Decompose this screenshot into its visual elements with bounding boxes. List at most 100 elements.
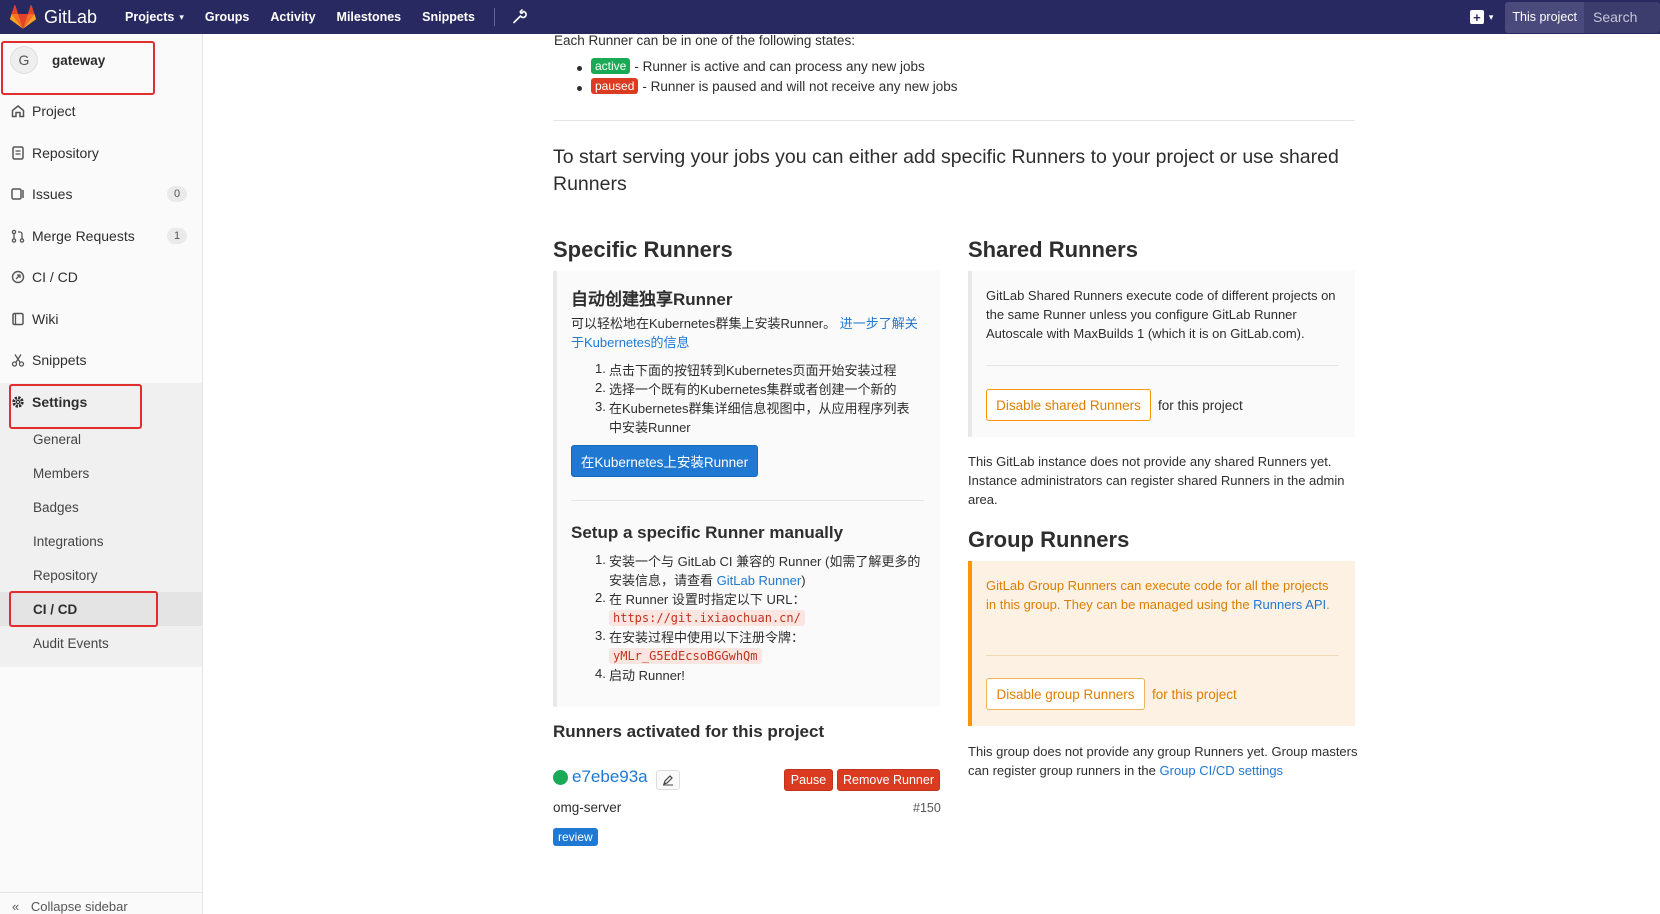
divider [571, 500, 924, 501]
paused-desc: - Runner is paused and will not receive … [642, 78, 958, 94]
nav-activity[interactable]: Activity [270, 10, 315, 24]
nav-projects[interactable]: Projects ▾ [125, 10, 184, 24]
group-desc-end: . [1326, 597, 1330, 612]
states-intro: Each Runner can be in one of the followi… [554, 33, 855, 48]
state-paused-row: paused - Runner is paused and will not r… [591, 78, 958, 94]
install-runner-k8s-button[interactable]: 在Kubernetes上安装Runner [571, 445, 758, 477]
settings-sub-audit-events[interactable]: Audit Events [33, 636, 109, 651]
settings-sub-general[interactable]: General [33, 432, 81, 447]
new-dropdown[interactable]: + ▾ [1469, 10, 1493, 24]
group-runners-note: This group does not provide any group Ru… [968, 742, 1360, 780]
sidebar-item-issues[interactable]: Issues 0 [0, 179, 202, 209]
active-label-badge: active [591, 58, 631, 74]
list-number: 4. [595, 666, 606, 681]
issues-icon [11, 188, 24, 200]
sidebar-item-snippets[interactable]: Snippets [0, 345, 202, 375]
sidebar-item-label: Issues [32, 186, 73, 202]
sidebar-item-label: Wiki [32, 311, 59, 327]
sidebar-item-label: Snippets [32, 352, 87, 368]
main-content: Each Runner can be in one of the followi… [203, 33, 1660, 914]
runner-id-link[interactable]: e7ebe93a [572, 767, 648, 787]
sidebar-item-settings[interactable]: Settings [0, 387, 202, 417]
doc-icon [12, 146, 24, 160]
avatar: G [10, 46, 38, 74]
merge-icon [11, 229, 25, 243]
nav-snippets[interactable]: Snippets [422, 10, 475, 24]
runner-url-wrapper: https://git.ixiaochuan.cn/ [609, 609, 805, 626]
manual-step-3: 在安装过程中使用以下注册令牌： [609, 630, 805, 645]
wrench-icon[interactable] [511, 9, 527, 25]
paused-label-badge: paused [591, 78, 639, 94]
manual-step-1: 安装一个与 GitLab CI 兼容的 Runner (如需了解更多的安装信息，… [609, 552, 924, 590]
top-navbar: GitLab Projects ▾ Groups Activity Milesto… [0, 0, 1660, 34]
registration-token-code[interactable]: yMLr_G5EdEcsoBGGwhQm [609, 648, 762, 664]
project-sidebar: G gateway Project Repository Issues 0 Me… [0, 34, 203, 914]
list-number: 2. [595, 590, 606, 605]
gear-icon [12, 396, 24, 408]
remove-runner-button[interactable]: Remove Runner [837, 769, 940, 791]
search-scope[interactable]: This project [1505, 1, 1584, 33]
list-bullet [577, 86, 582, 91]
specific-runners-title: Specific Runners [553, 237, 733, 262]
book-icon [12, 312, 24, 326]
project-name: gateway [52, 52, 106, 68]
settings-sub-repository[interactable]: Repository [33, 568, 98, 583]
sidebar-item-ci-cd[interactable]: CI / CD [0, 262, 202, 292]
gitlab-logo[interactable]: GitLab [10, 5, 97, 29]
k8s-step-3: 在Kubernetes群集详细信息视图中，从应用程序列表中安装Runner [609, 401, 910, 435]
gitlab-runner-link[interactable]: GitLab Runner [717, 573, 802, 588]
pencil-icon [663, 775, 673, 786]
list-number: 3. [595, 628, 606, 643]
shared-runners-panel: GitLab Shared Runners execute code of di… [968, 271, 1355, 437]
manual-step-1-end: ) [801, 573, 806, 588]
group-ci-cd-settings-link[interactable]: Group CI/CD settings [1160, 763, 1284, 778]
sidebar-item-label: CI / CD [32, 269, 78, 285]
sidebar-item-label: Repository [32, 145, 99, 161]
token-wrapper: yMLr_G5EdEcsoBGGwhQm [609, 647, 762, 664]
runners-lead-text: To start serving your jobs you can eithe… [553, 146, 1339, 195]
sidebar-item-label: Merge Requests [32, 228, 135, 244]
runner-status-icon [553, 770, 568, 785]
activated-runners-title: Runners activated for this project [553, 722, 825, 741]
shared-runners-title: Shared Runners [968, 237, 1138, 262]
divider [986, 655, 1339, 656]
manual-step-4: 启动 Runner! [609, 668, 685, 683]
divider [553, 120, 1355, 121]
list-number: 1. [595, 552, 606, 567]
sidebar-item-wiki[interactable]: Wiki [0, 304, 202, 334]
nav-milestones[interactable]: Milestones [337, 10, 402, 24]
chevron-down-icon: ▾ [179, 11, 184, 22]
tanuki-icon [10, 5, 36, 29]
pause-runner-button[interactable]: Pause [784, 769, 833, 791]
search-input[interactable]: Search [1584, 1, 1660, 33]
sidebar-item-project[interactable]: Project [0, 96, 202, 126]
nav-divider [493, 8, 495, 26]
settings-sub-badges[interactable]: Badges [33, 500, 79, 515]
sidebar-project-header[interactable]: G gateway [10, 46, 105, 74]
runner-url-code[interactable]: https://git.ixiaochuan.cn/ [609, 610, 805, 626]
k8s-step-1: 点击下面的按钮转到Kubernetes页面开始安装过程 [609, 363, 897, 378]
edit-runner-button[interactable] [656, 770, 680, 790]
settings-sub-ci-cd[interactable]: CI / CD [33, 602, 77, 617]
runners-api-link[interactable]: Runners API [1253, 597, 1326, 612]
group-button-suffix: for this project [1152, 687, 1237, 702]
double-chevron-left-icon: « [12, 899, 20, 914]
settings-sub-members[interactable]: Members [33, 466, 89, 481]
disable-shared-runners-button[interactable]: Disable shared Runners [986, 389, 1151, 421]
settings-sub-integrations[interactable]: Integrations [33, 534, 104, 549]
scissors-icon [11, 354, 25, 367]
runner-description: omg-server [553, 800, 622, 815]
shared-runners-note: This GitLab instance does not provide an… [968, 454, 1345, 507]
active-subitem-highlight [0, 592, 202, 626]
disable-group-runners-button[interactable]: Disable group Runners [986, 678, 1145, 710]
issues-count-badge: 0 [167, 186, 187, 202]
manual-setup-title: Setup a specific Runner manually [571, 523, 844, 542]
collapse-sidebar-button[interactable]: « Collapse sidebar [0, 892, 202, 914]
specific-runners-panel: 自动创建独享Runner 可以轻松地在Kubernetes群集上安装Runner… [553, 271, 940, 707]
list-number: 1. [595, 361, 606, 376]
sidebar-item-repository[interactable]: Repository [0, 138, 202, 168]
sidebar-item-merge-requests[interactable]: Merge Requests 1 [0, 221, 202, 251]
nav-groups[interactable]: Groups [205, 10, 249, 24]
group-runners-panel: GitLab Group Runners can execute code fo… [968, 561, 1355, 726]
sidebar-item-label: Settings [32, 394, 88, 410]
